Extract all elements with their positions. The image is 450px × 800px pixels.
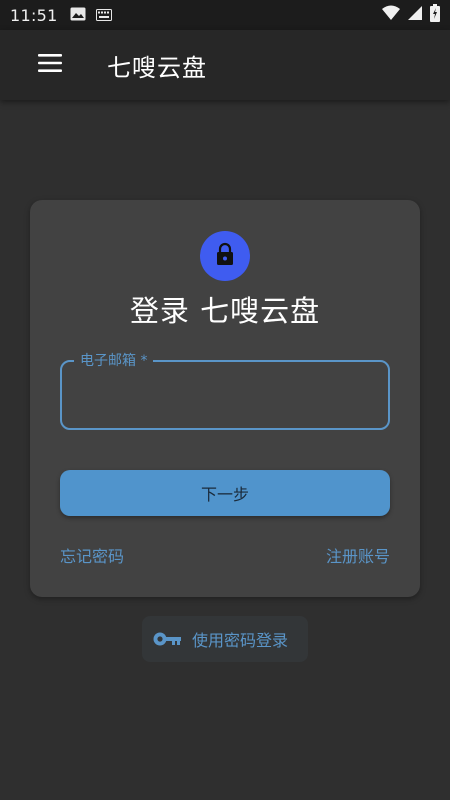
status-time: 11:51 xyxy=(10,5,58,25)
login-title: 登录 七嗖云盘 xyxy=(129,294,321,328)
signal-icon xyxy=(408,5,422,25)
app-title: 七嗖云盘 xyxy=(107,53,207,82)
keyboard-icon xyxy=(95,6,112,25)
lock-icon xyxy=(215,242,235,270)
email-field-label: 电子邮箱 * xyxy=(74,350,154,372)
forgot-password-link[interactable]: 忘记密码 xyxy=(60,543,124,567)
login-card: 登录 七嗖云盘 电子邮箱 * 下一步 忘记密码 注册账号 xyxy=(30,200,420,597)
email-input[interactable] xyxy=(76,372,376,420)
key-icon xyxy=(152,631,182,647)
register-link[interactable]: 注册账号 xyxy=(326,543,390,567)
menu-icon xyxy=(38,54,62,76)
lock-avatar xyxy=(200,231,250,281)
next-button[interactable]: 下一步 xyxy=(60,470,390,516)
wifi-icon xyxy=(382,5,400,25)
image-icon xyxy=(70,6,86,25)
menu-button[interactable] xyxy=(25,40,75,90)
email-field[interactable]: 电子邮箱 * xyxy=(60,350,390,430)
battery-icon xyxy=(430,4,440,26)
status-bar: 11:51 xyxy=(0,0,450,30)
app-bar: 七嗖云盘 xyxy=(0,30,450,100)
password-login-label: 使用密码登录 xyxy=(192,631,289,650)
password-login-button[interactable]: 使用密码登录 xyxy=(142,616,308,662)
